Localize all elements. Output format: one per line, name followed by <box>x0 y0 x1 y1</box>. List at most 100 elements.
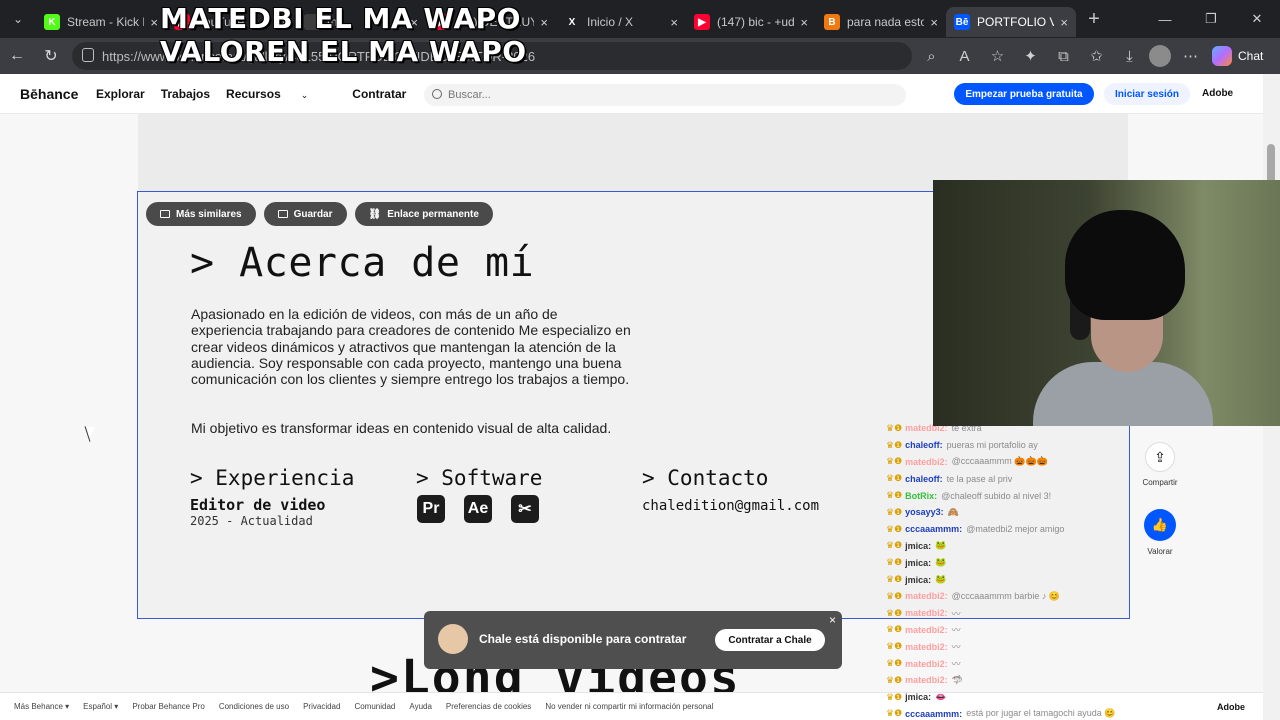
close-tab-icon[interactable]: × <box>1060 15 1068 30</box>
back-icon[interactable]: ← <box>0 38 34 74</box>
more-menu-icon[interactable]: ⋯ <box>1177 43 1204 70</box>
close-icon[interactable]: × <box>829 613 836 627</box>
browser-tab[interactable]: ▶ (147) bic - +ud × <box>686 7 816 37</box>
adobe-logo[interactable]: Adobe <box>1202 88 1233 99</box>
premiere-icon: Pr <box>417 495 445 523</box>
close-tab-icon[interactable]: × <box>150 15 158 30</box>
copilot-icon <box>1212 46 1232 66</box>
profile-avatar[interactable] <box>1149 45 1171 67</box>
chat-badge-icon: ♛❶ <box>886 674 903 685</box>
downloads-icon[interactable]: ⤓ <box>1116 43 1143 70</box>
experience-role: Editor de video <box>190 496 326 514</box>
restore-icon[interactable]: ❐ <box>1188 0 1234 38</box>
chat-badge-icon: ♛❶ <box>886 490 903 501</box>
mouse-cursor-icon <box>88 427 100 441</box>
login-button[interactable]: Iniciar sesión <box>1104 83 1190 105</box>
footer-link[interactable]: Más Behance ▾ <box>14 702 69 711</box>
footer-link[interactable]: Condiciones de uso <box>219 702 289 711</box>
chat-text: 🦈 <box>951 674 963 685</box>
chat-username: jmica: <box>905 692 932 703</box>
chat-username: jmica: <box>905 557 932 568</box>
after-effects-icon: Ae <box>464 495 492 523</box>
chat-text: 🐸 <box>935 574 947 585</box>
nav-explorar[interactable]: Explorar <box>96 87 145 101</box>
reload-icon[interactable]: ↻ <box>34 38 68 74</box>
more-similar-button[interactable]: Más similares <box>146 202 256 226</box>
software-title: > Software <box>416 466 543 490</box>
chat-username: chaleoff: <box>905 473 943 484</box>
chat-message: ♛❶ matedbi2: 〰 <box>886 605 1136 622</box>
chat-message: ♛❶ jmica: 🐸 <box>886 571 1136 588</box>
close-tab-icon[interactable]: × <box>930 15 938 30</box>
favorite-star-icon[interactable]: ☆ <box>984 43 1011 70</box>
chat-message: ♛❶ jmica: 🐸 <box>886 554 1136 571</box>
extensions-icon[interactable]: ✦ <box>1017 43 1044 70</box>
capcut-icon: ✂ <box>511 495 539 523</box>
about-goal: Mi objetivo es transformar ideas en cont… <box>191 420 612 436</box>
chat-badge-icon: ♛❶ <box>886 574 903 585</box>
new-tab-button[interactable]: + <box>1076 0 1112 38</box>
zoom-icon[interactable]: ⌕ <box>918 43 945 70</box>
chat-badge-icon: ♛❶ <box>886 624 903 635</box>
chat-message: ♛❶ jmica: 👄 <box>886 689 1136 706</box>
save-label: Guardar <box>293 208 333 220</box>
tab-title: PORTFOLIO VII <box>977 15 1055 29</box>
chat-message: ♛❶ matedbi2: @cccaaammm barbie ♪ 😊 <box>886 588 1136 605</box>
chat-text: está por jugar el tamagochi ayuda 😊 <box>966 708 1116 719</box>
more-similar-label: Más similares <box>176 208 242 220</box>
tab-title: (147) bic - +ud <box>717 15 795 29</box>
close-tab-icon[interactable]: × <box>670 15 678 30</box>
share-icon[interactable]: ⇪ <box>1145 442 1175 472</box>
behance-header: Bēhance Explorar Trabajos Recursos ⌄ Cont… <box>0 74 1263 114</box>
browser-tab[interactable]: Bē PORTFOLIO VII × <box>946 7 1076 37</box>
module-actions: Más similares Guardar ⛓ Enlace permanente <box>146 202 493 226</box>
chat-text: @cccaaammm 🎃🎃🎃 <box>951 456 1048 467</box>
read-aloud-icon[interactable]: A <box>951 43 978 70</box>
chat-message: ♛❶ cccaaammm: está por jugar el tamagochi … <box>886 706 1136 720</box>
nav-recursos[interactable]: Recursos ⌄ <box>226 87 324 101</box>
free-trial-button[interactable]: Empezar prueba gratuita <box>954 83 1094 105</box>
footer-link[interactable]: Ayuda <box>409 702 432 711</box>
chat-username: matedbi2: <box>905 641 948 652</box>
tab-favicon-icon: B <box>824 14 840 30</box>
experience-title: > Experiencia <box>190 466 355 490</box>
browser-tab[interactable]: K Stream - Kick D × <box>36 7 166 37</box>
chat-badge-icon: ♛❶ <box>886 708 903 719</box>
behance-logo[interactable]: Bēhance <box>20 86 78 102</box>
chat-message: ♛❶ matedbi2: 🦈 <box>886 672 1136 689</box>
chat-badge-icon: ♛❶ <box>886 523 903 534</box>
minimize-icon[interactable]: — <box>1142 0 1188 38</box>
footer-link[interactable]: Comunidad <box>354 702 395 711</box>
hire-button[interactable]: Contratar a Chale <box>715 629 825 651</box>
chat-badge-icon: ♛❶ <box>886 590 903 601</box>
tab-favicon-icon: X <box>564 14 580 30</box>
footer-link[interactable]: Español ▾ <box>83 702 118 711</box>
close-tab-icon[interactable]: × <box>540 15 548 30</box>
tab-favicon-icon: K <box>44 14 60 30</box>
footer-link[interactable]: No vender ni compartir mi información pe… <box>545 702 713 711</box>
chat-badge-icon: ♛❶ <box>886 506 903 517</box>
favorites-icon[interactable]: ✩ <box>1083 43 1110 70</box>
search-input[interactable]: Buscar... <box>424 84 906 106</box>
chat-text: @chaleoff subido al nivel 3! <box>941 490 1052 501</box>
footer-link[interactable]: Probar Behance Pro <box>132 702 205 711</box>
footer-link[interactable]: Privacidad <box>303 702 340 711</box>
footer-link[interactable]: Preferencias de cookies <box>446 702 531 711</box>
browser-toolbar: ⌕ A ☆ ✦ ⧉ ✩ ⤓ ⋯ <box>918 38 1204 74</box>
chat-text: 〰 <box>951 642 961 653</box>
close-tab-icon[interactable]: × <box>800 15 808 30</box>
thumbs-up-icon[interactable]: 👍 <box>1144 509 1176 541</box>
footer-adobe-logo[interactable]: Adobe <box>1217 702 1245 712</box>
chat-message: ♛❶ chaleoff: pueras mi portafolio ay <box>886 437 1136 454</box>
split-screen-icon[interactable]: ⧉ <box>1050 43 1077 70</box>
nav-trabajos[interactable]: Trabajos <box>161 87 210 101</box>
chat-badge-icon: ♛❶ <box>886 456 903 467</box>
save-button[interactable]: Guardar <box>263 202 347 226</box>
chat-username: cccaaammm: <box>905 708 963 719</box>
browser-tab[interactable]: X Inicio / X × <box>556 7 686 37</box>
permalink-button[interactable]: ⛓ Enlace permanente <box>354 202 493 226</box>
tab-search-icon[interactable]: ⌄ <box>0 0 36 38</box>
close-window-icon[interactable]: ✕ <box>1234 0 1280 38</box>
copilot-chat-button[interactable]: Chat <box>1212 44 1263 68</box>
browser-tab[interactable]: Bpara nada esto × <box>816 7 946 37</box>
